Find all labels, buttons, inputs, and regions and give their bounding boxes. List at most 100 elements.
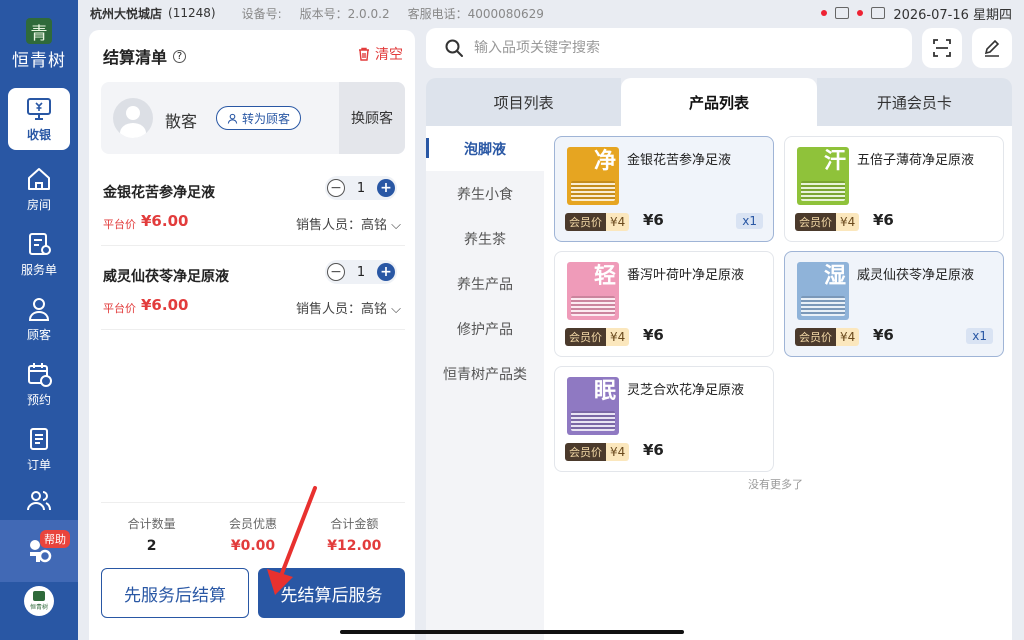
clear-label: 清空 [375,47,403,63]
cart-item-price: ¥6.00 [141,296,189,314]
product-card[interactable]: 眠 灵芝合欢花净足原液 会员价 ¥4 ¥6 [554,366,774,472]
product-name: 五倍子薄荷净足原液 [857,153,975,168]
alert-dot-icon [857,10,864,16]
category-item[interactable]: 养生茶 [426,216,544,261]
quantity-badge: x1 [736,213,763,229]
product-card[interactable]: 轻 番泻叶荷叶净足原液 会员价 ¥4 ¥6 [554,251,774,357]
question-icon[interactable]: ? [173,49,187,63]
seller-text: 销售人员：高铭 [295,302,387,317]
device-label: 设备号: [241,6,282,21]
member-price: ¥4 [836,328,860,346]
totals-row: 合计数量 2 会员优惠 ¥0.00 合计金额 ¥12.00 [101,502,405,560]
sidebar-item-label: 顾客 [26,328,51,342]
no-more-text: 没有更多了 [748,478,803,491]
product-thumbnail: 湿 [797,262,849,320]
category-item[interactable]: 修护产品 [426,306,544,351]
sidebar-item-appointments[interactable]: 预约 [8,353,70,415]
tab-bar: 项目列表 产品列表 开通会员卡 [426,78,1012,126]
category-item[interactable]: 恒青树产品类 [426,351,544,396]
product-price: ¥6 [873,211,894,229]
seller-select[interactable]: 销售人员：高铭 ⌵ [296,214,401,233]
search-bar [426,28,912,68]
store-name: 杭州大悦城店 [90,6,163,21]
thumb-glyph: 湿 [823,264,846,289]
seller-select[interactable]: 销售人员：高铭 ⌵ [296,298,401,317]
sidebar-item-rooms[interactable]: 房间 [8,158,70,220]
edit-button[interactable] [972,28,1012,68]
date-text: 2026-07-16 星期四 [893,7,1012,23]
chevron-down-icon: ⌵ [391,302,401,317]
product-price: ¥6 [643,441,664,459]
customer-name: 散客 [165,112,198,131]
tab-membership[interactable]: 开通会员卡 [816,78,1012,126]
search-icon [445,39,463,57]
status-right: 2026-07-16 星期四 [821,0,1012,26]
member-label: 会员价 [795,213,836,231]
member-label: 会员价 [565,328,606,346]
convert-label: 转为顾客 [242,111,291,126]
clear-button[interactable]: 清空 [357,44,403,64]
cart-item-name: 金银花苦参净足液 [103,185,215,201]
help-button[interactable]: 帮助 [0,520,78,582]
member-price: ¥4 [606,328,630,346]
product-price: ¥6 [643,211,664,229]
help-badge: 帮助 [40,530,70,548]
annotation-arrow-icon [267,486,317,595]
quantity-value: 1 [356,264,366,280]
brand-mark-icon: 青 [26,18,52,44]
category-item[interactable]: 养生产品 [426,261,544,306]
quantity-stepper: − 1 + [325,176,397,200]
sidebar-item-label: 服务单 [20,263,57,277]
sidebar-item-staff[interactable] [8,480,70,524]
member-price: ¥4 [606,213,630,231]
sidebar-item-cashier[interactable]: 收银 [8,88,70,150]
member-price-tag: 会员价 ¥4 [795,213,860,231]
member-price-tag: 会员价 ¥4 [565,213,630,231]
product-card[interactable]: 净 金银花苦参净足液 会员价 ¥4 ¥6 x1 [554,136,774,242]
increase-button[interactable]: + [377,263,395,281]
footer-brand-name: 恒青树 [29,604,48,611]
checkout-title: 结算清单 ? [103,44,187,68]
product-card[interactable]: 湿 威灵仙茯苓净足原液 会员价 ¥4 ¥6 x1 [784,251,1004,357]
decrease-button[interactable]: − [327,179,345,197]
search-input[interactable] [474,40,874,56]
decrease-button[interactable]: − [327,263,345,281]
product-content: 泡脚液 养生小食 养生茶 养生产品 修护产品 恒青树产品类 净 金银花苦参净足液… [426,126,1012,640]
user-icon [227,113,238,124]
cart-item: 金银花苦参净足液 − 1 + 平台价 ¥6.00 销售人员：高铭 ⌵ [101,170,405,246]
service-phone: 客服电话：4000080629 [407,6,544,21]
switch-customer-button[interactable]: 换顾客 [339,82,405,154]
product-name: 威灵仙茯苓净足原液 [857,268,975,283]
service-then-pay-button[interactable]: 先服务后结算 [101,568,249,618]
sidebar-item-label: 订单 [26,458,51,472]
member-label: 会员价 [565,213,606,231]
category-item[interactable]: 泡脚液 [426,126,544,171]
house-icon [28,168,50,190]
product-name: 金银花苦参净足液 [627,153,732,168]
sidebar-item-orders[interactable]: 订单 [8,418,70,480]
convert-to-customer-button[interactable]: 转为顾客 [216,106,302,130]
checkout-title-text: 结算清单 [103,48,168,67]
service-list-icon [29,233,51,255]
category-item[interactable]: 养生小食 [426,171,544,216]
product-name: 灵芝合欢花净足原液 [627,383,745,398]
sidebar-item-customers[interactable]: 顾客 [8,288,70,350]
people-icon [27,490,51,510]
tab-products[interactable]: 产品列表 [621,78,817,126]
quantity-stepper: − 1 + [325,260,397,284]
category-list: 泡脚液 养生小食 养生茶 养生产品 修护产品 恒青树产品类 [426,126,544,640]
status-bar: 杭州大悦城店 (11248) 设备号: 版本号：2.0.0.2 客服电话：400… [78,0,1024,26]
calendar-clock-icon [28,363,52,387]
trash-icon [359,47,369,61]
sidebar-item-service-orders[interactable]: 服务单 [8,223,70,285]
scan-button[interactable] [922,28,962,68]
alert-dot-icon [821,10,828,16]
cart-item: 威灵仙茯苓净足原液 − 1 + 平台价 ¥6.00 销售人员：高铭 ⌵ [101,254,405,330]
home-indicator[interactable] [340,630,684,634]
tab-projects[interactable]: 项目列表 [426,78,622,126]
brand-logo: 青 恒青树 [0,18,78,71]
product-card[interactable]: 汗 五倍子薄荷净足原液 会员价 ¥4 ¥6 [784,136,1004,242]
wifi-off-icon [871,7,886,19]
increase-button[interactable]: + [377,179,395,197]
member-label: 会员价 [795,328,836,346]
